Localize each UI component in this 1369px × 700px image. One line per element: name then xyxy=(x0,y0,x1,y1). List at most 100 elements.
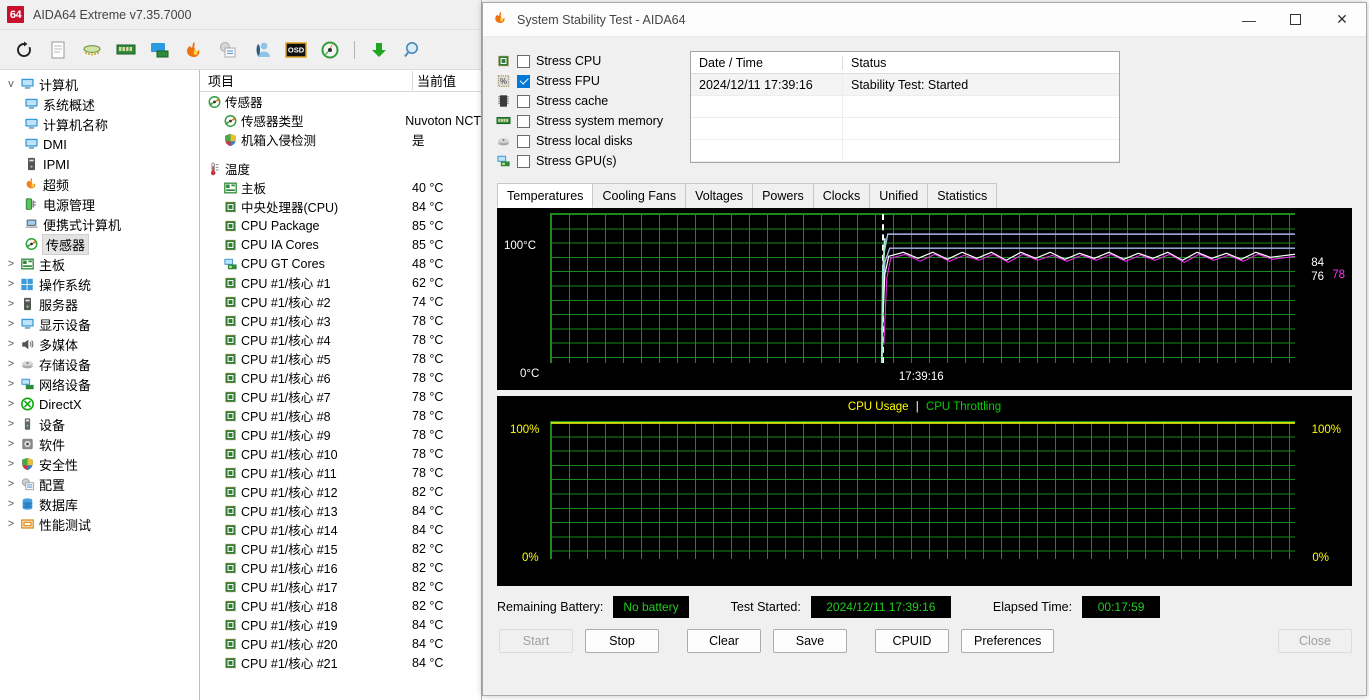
tree-item-多媒体[interactable]: > 多媒体 xyxy=(0,334,199,354)
tree-item-操作系统[interactable]: > 操作系统 xyxy=(0,274,199,294)
tree-item-软件[interactable]: > 软件 xyxy=(0,434,199,454)
close-button[interactable]: Close xyxy=(1278,629,1352,653)
preferences-button[interactable]: Preferences xyxy=(961,629,1055,653)
maximize-button[interactable] xyxy=(1272,3,1318,37)
cpu-icon[interactable] xyxy=(76,34,108,66)
tree-expander[interactable]: > xyxy=(4,318,18,330)
chip-icon xyxy=(222,523,238,537)
svg-text:%: % xyxy=(500,77,507,86)
tree-item-电源管理[interactable]: 电源管理 xyxy=(0,194,199,214)
tree-item-传感器[interactable]: 传感器 xyxy=(0,233,199,255)
tab-cooling-fans[interactable]: Cooling Fans xyxy=(592,183,687,208)
tree-item-超频[interactable]: 超频 xyxy=(0,174,199,194)
download-icon[interactable] xyxy=(363,34,395,66)
tree-item-主板[interactable]: > 主板 xyxy=(0,254,199,274)
tab-clocks[interactable]: Clocks xyxy=(812,183,871,208)
sensor-row-value: 78 °C xyxy=(412,427,444,442)
sensor-row: CPU GT Cores 48 °C xyxy=(200,254,481,273)
tree-item-配置[interactable]: > 配置 xyxy=(0,474,199,494)
sensor-gauge-icon[interactable] xyxy=(314,34,346,66)
tree-item-便携式计算机[interactable]: 便携式计算机 xyxy=(0,214,199,234)
tree-expander[interactable]: > xyxy=(4,298,18,310)
tree-expander[interactable]: > xyxy=(4,458,18,470)
minimize-button[interactable]: — xyxy=(1226,3,1272,37)
clear-button[interactable]: Clear xyxy=(687,629,761,653)
tree-expander[interactable]: > xyxy=(4,478,18,490)
tree-item-服务器[interactable]: > 服务器 xyxy=(0,294,199,314)
cpuid-button[interactable]: CPUID xyxy=(875,629,949,653)
tab-voltages[interactable]: Voltages xyxy=(685,183,754,208)
stress-option-checkbox[interactable] xyxy=(517,134,530,148)
stability-test-icon[interactable] xyxy=(178,34,210,66)
tree-expander[interactable]: > xyxy=(4,498,18,510)
tree-item-设备[interactable]: > 设备 xyxy=(0,414,199,434)
tree-expander[interactable]: > xyxy=(4,338,18,350)
fpu-icon: % xyxy=(495,74,512,89)
status-log-table[interactable]: Date / Time Status 2024/12/11 17:39:16 St… xyxy=(690,51,1120,163)
tree-item-label: DMI xyxy=(43,136,67,152)
memory-icon[interactable] xyxy=(110,34,142,66)
tree-expander[interactable]: > xyxy=(4,378,18,390)
stress-option-checkbox[interactable] xyxy=(517,74,530,88)
tree-item-存储设备[interactable]: > 存储设备 xyxy=(0,354,199,374)
start-button[interactable]: Start xyxy=(499,629,573,653)
stress-option-checkbox[interactable] xyxy=(517,54,530,68)
stress-options-group[interactable]: Stress CPU% Stress FPU Stress cache Stress … xyxy=(495,51,685,171)
tree-item-数据库[interactable]: > 数据库 xyxy=(0,494,199,514)
tab-powers[interactable]: Powers xyxy=(752,183,814,208)
tree-expander[interactable]: v xyxy=(4,78,18,90)
stress-option-checkbox[interactable] xyxy=(517,94,530,108)
sensor-icon xyxy=(206,95,222,109)
log-row[interactable]: 2024/12/11 17:39:16 Stability Test: Start… xyxy=(691,73,1119,96)
tab-unified[interactable]: Unified xyxy=(869,183,929,208)
close-window-button[interactable]: ✕ xyxy=(1318,3,1366,37)
preferences-icon[interactable] xyxy=(212,34,244,66)
disk-icon xyxy=(495,134,512,149)
cpu-usage-legend-label[interactable]: CPU Usage xyxy=(848,401,909,413)
stress-option-stress-system-memory[interactable]: Stress system memory xyxy=(495,111,685,131)
tree-item-安全性[interactable]: > 安全性 xyxy=(0,454,199,474)
chip-icon xyxy=(222,276,238,290)
stress-option-stress-gpu-s[interactable]: Stress GPU(s) xyxy=(495,151,685,171)
user-icon[interactable] xyxy=(246,34,278,66)
tree-item-计算机[interactable]: v 计算机 xyxy=(0,74,199,94)
tree-item-IPMI[interactable]: IPMI xyxy=(0,154,199,174)
navigation-tree[interactable]: v 计算机 系统概述 计算机名称 DMI IPMI 超频 电源管理 便携式计算机 传感器 > 主板 > 操… xyxy=(0,70,200,700)
tree-expander[interactable]: > xyxy=(4,258,18,270)
tree-item-显示设备[interactable]: > 显示设备 xyxy=(0,314,199,334)
tree-expander[interactable]: > xyxy=(4,358,18,370)
tree-item-性能测试[interactable]: > 性能测试 xyxy=(0,514,199,534)
tree-expander[interactable]: > xyxy=(4,418,18,430)
save-button[interactable]: Save xyxy=(773,629,847,653)
benchmark-icon xyxy=(18,516,36,532)
stress-option-checkbox[interactable] xyxy=(517,154,530,168)
tree-item-计算机名称[interactable]: 计算机名称 xyxy=(0,114,199,134)
stop-button[interactable]: Stop xyxy=(585,629,659,653)
stress-option-stress-cpu[interactable]: Stress CPU xyxy=(495,51,685,71)
search-icon[interactable] xyxy=(397,34,429,66)
stress-option-checkbox[interactable] xyxy=(517,114,530,128)
tree-expander[interactable]: > xyxy=(4,398,18,410)
display-icon[interactable] xyxy=(144,34,176,66)
tab-statistics[interactable]: Statistics xyxy=(927,183,998,208)
stress-option-stress-local-disks[interactable]: Stress local disks xyxy=(495,131,685,151)
cpu-throttling-legend-label[interactable]: CPU Throttling xyxy=(926,401,1001,413)
sensor-row: CPU #1/核心 #10 78 °C xyxy=(200,444,481,463)
sensor-row: 温度 xyxy=(200,159,481,178)
tree-item-系统概述[interactable]: 系统概述 xyxy=(0,94,199,114)
tree-item-网络设备[interactable]: > 网络设备 xyxy=(0,374,199,394)
sensor-row-label: CPU #1/核心 #4 xyxy=(241,334,331,348)
tree-expander[interactable]: > xyxy=(4,518,18,530)
tree-expander[interactable]: > xyxy=(4,278,18,290)
report-icon[interactable] xyxy=(42,34,74,66)
tree-item-DMI[interactable]: DMI xyxy=(0,134,199,154)
tab-temperatures[interactable]: Temperatures xyxy=(497,183,594,208)
refresh-icon[interactable] xyxy=(8,34,40,66)
stress-option-stress-fpu[interactable]: % Stress FPU xyxy=(495,71,685,91)
sensor-row-label: 温度 xyxy=(225,163,251,177)
tree-item-DirectX[interactable]: > DirectX xyxy=(0,394,199,414)
osd-icon[interactable]: OSD xyxy=(280,34,312,66)
stress-option-stress-cache[interactable]: Stress cache xyxy=(495,91,685,111)
chart-tabs[interactable]: Temperatures Cooling Fans Voltages Powers Cl… xyxy=(497,183,1366,208)
tree-expander[interactable]: > xyxy=(4,438,18,450)
